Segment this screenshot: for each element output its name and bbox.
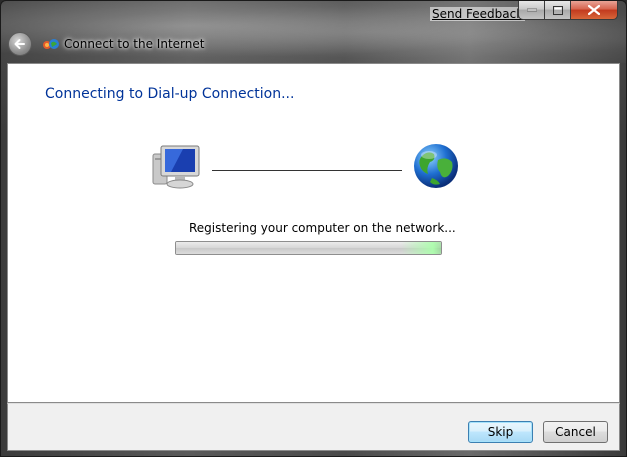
- progress-fill: [176, 242, 441, 254]
- cancel-button[interactable]: Cancel: [543, 421, 608, 443]
- caption-buttons: [518, 1, 618, 21]
- page-title: Connecting to Dial-up Connection...: [45, 86, 295, 102]
- send-feedback-link[interactable]: Send Feedback: [430, 7, 526, 21]
- network-connect-icon: [43, 39, 59, 49]
- computer-icon: [152, 145, 200, 189]
- close-icon: [588, 5, 600, 15]
- close-button[interactable]: [571, 1, 618, 20]
- content-panel: Connecting to Dial-up Connection... Regi…: [7, 63, 620, 403]
- back-button[interactable]: [8, 32, 32, 56]
- skip-button[interactable]: Skip: [468, 421, 533, 443]
- maximize-icon: [552, 5, 563, 15]
- window-title: Connect to the Internet: [64, 37, 205, 51]
- minimize-button[interactable]: [518, 1, 545, 20]
- back-arrow-icon: [14, 39, 25, 49]
- minimize-icon: [526, 8, 537, 12]
- dialog-window: Send Feedback Connect to the Internet Co…: [0, 0, 627, 457]
- progress-bar: [175, 241, 442, 255]
- connection-line: [212, 170, 402, 171]
- maximize-button[interactable]: [545, 1, 571, 20]
- status-text: Registering your computer on the network…: [189, 221, 456, 235]
- button-bar: Skip Cancel: [7, 403, 620, 451]
- globe-icon: [414, 144, 458, 188]
